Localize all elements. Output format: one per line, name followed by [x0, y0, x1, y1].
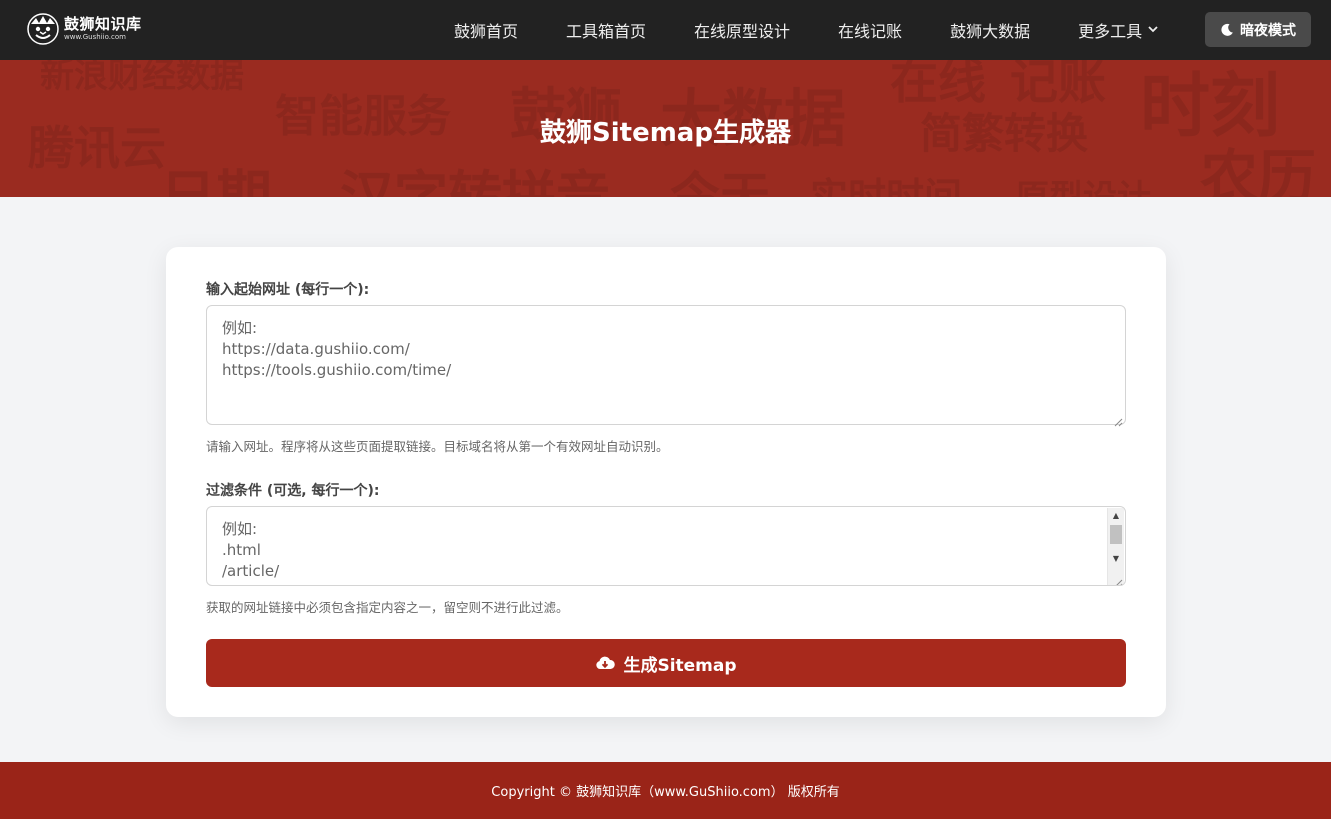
start-urls-help: 请输入网址。程序将从这些页面提取链接。目标域名将从第一个有效网址自动识别。 [206, 439, 669, 454]
brand-logo[interactable]: 鼓狮知识库 www.Gushiio.com [26, 12, 142, 46]
banner-bg-word: 汉字转拼音 [340, 165, 610, 197]
banner-bg-word: 今天 [670, 167, 770, 197]
generate-sitemap-label: 生成Sitemap [623, 655, 737, 676]
generate-sitemap-button[interactable]: 生成Sitemap [206, 639, 1126, 687]
start-urls-textarea[interactable]: 例如: https://data.gushiio.com/ https://to… [206, 305, 1126, 427]
placeholder-line: /article/ [222, 562, 280, 580]
filters-help: 获取的网址链接中必须包含指定内容之一，留空则不进行此过滤。 [206, 600, 569, 615]
placeholder-line: 例如: [222, 520, 258, 538]
filters-label: 过滤条件 (可选, 每行一个): [206, 483, 380, 499]
scroll-down-icon[interactable]: ▼ [1108, 552, 1124, 566]
nav-item-toolbox-home[interactable]: 工具箱首页 [542, 0, 670, 60]
chevron-down-icon [1148, 25, 1158, 36]
hero-banner: 新浪财经数据 智能服务 鼓狮 大数据 在线 记账 时刻 腾讯云 简繁转换 日期 … [0, 60, 1331, 197]
nav-item-label: 更多工具 [1078, 22, 1143, 41]
scrollbar-thumb[interactable] [1110, 525, 1122, 544]
nav-item-more-tools[interactable]: 更多工具 [1054, 0, 1182, 60]
nav-item-label: 在线记账 [838, 22, 903, 41]
cloud-download-icon [595, 655, 616, 671]
nav-item-prototype-design[interactable]: 在线原型设计 [670, 0, 814, 60]
page-title: 鼓狮Sitemap生成器 [540, 118, 791, 148]
moon-icon [1220, 23, 1234, 37]
placeholder-line: .html [222, 541, 261, 559]
resize-handle-icon[interactable] [1113, 412, 1123, 427]
banner-bg-word: 日期 [160, 152, 272, 197]
nav-item-label: 鼓狮大数据 [950, 22, 1031, 41]
banner-bg-word: 实时时间 [810, 175, 963, 197]
brand-url: www.Gushiio.com [64, 33, 126, 41]
banner-bg-word: 原型设计 [1015, 170, 1151, 197]
placeholder-line: https://data.gushiio.com/ [222, 340, 410, 358]
nav-item-gushi-home[interactable]: 鼓狮首页 [430, 0, 542, 60]
placeholder-line: https://tools.gushiio.com/time/ [222, 361, 452, 379]
placeholder-line: 例如: [222, 319, 258, 337]
dark-mode-label: 暗夜模式 [1240, 22, 1296, 39]
scroll-up-icon[interactable]: ▲ [1108, 509, 1124, 523]
copyright-text: Copyright © 鼓狮知识库（www.GuShiio.com） 版权所有 [491, 785, 840, 800]
dark-mode-button[interactable]: 暗夜模式 [1205, 12, 1311, 47]
sitemap-form-card: 输入起始网址 (每行一个): 例如: https://data.gushiio.… [166, 247, 1166, 717]
nav-item-big-data[interactable]: 鼓狮大数据 [926, 0, 1054, 60]
nav-item-bookkeeping[interactable]: 在线记账 [814, 0, 926, 60]
lion-logo-icon [26, 12, 60, 46]
resize-handle-icon[interactable] [1113, 573, 1123, 585]
nav-item-label: 工具箱首页 [566, 22, 647, 41]
banner-bg-word: 新浪财经数据 [40, 60, 244, 96]
nav-item-label: 鼓狮首页 [454, 22, 519, 41]
filters-textarea[interactable]: 例如: .html /article/ ▲ ▼ [206, 506, 1126, 586]
nav-item-label: 在线原型设计 [694, 22, 791, 41]
brand-name: 鼓狮知识库 [64, 15, 142, 33]
start-urls-label: 输入起始网址 (每行一个): [206, 282, 370, 298]
main-nav: 鼓狮首页 工具箱首页 在线原型设计 在线记账 鼓狮大数据 更多工具 [430, 0, 1182, 60]
top-nav: 鼓狮知识库 www.Gushiio.com 鼓狮首页 工具箱首页 在线原型设计 … [0, 0, 1331, 60]
page-footer: Copyright © 鼓狮知识库（www.GuShiio.com） 版权所有 [0, 762, 1331, 819]
